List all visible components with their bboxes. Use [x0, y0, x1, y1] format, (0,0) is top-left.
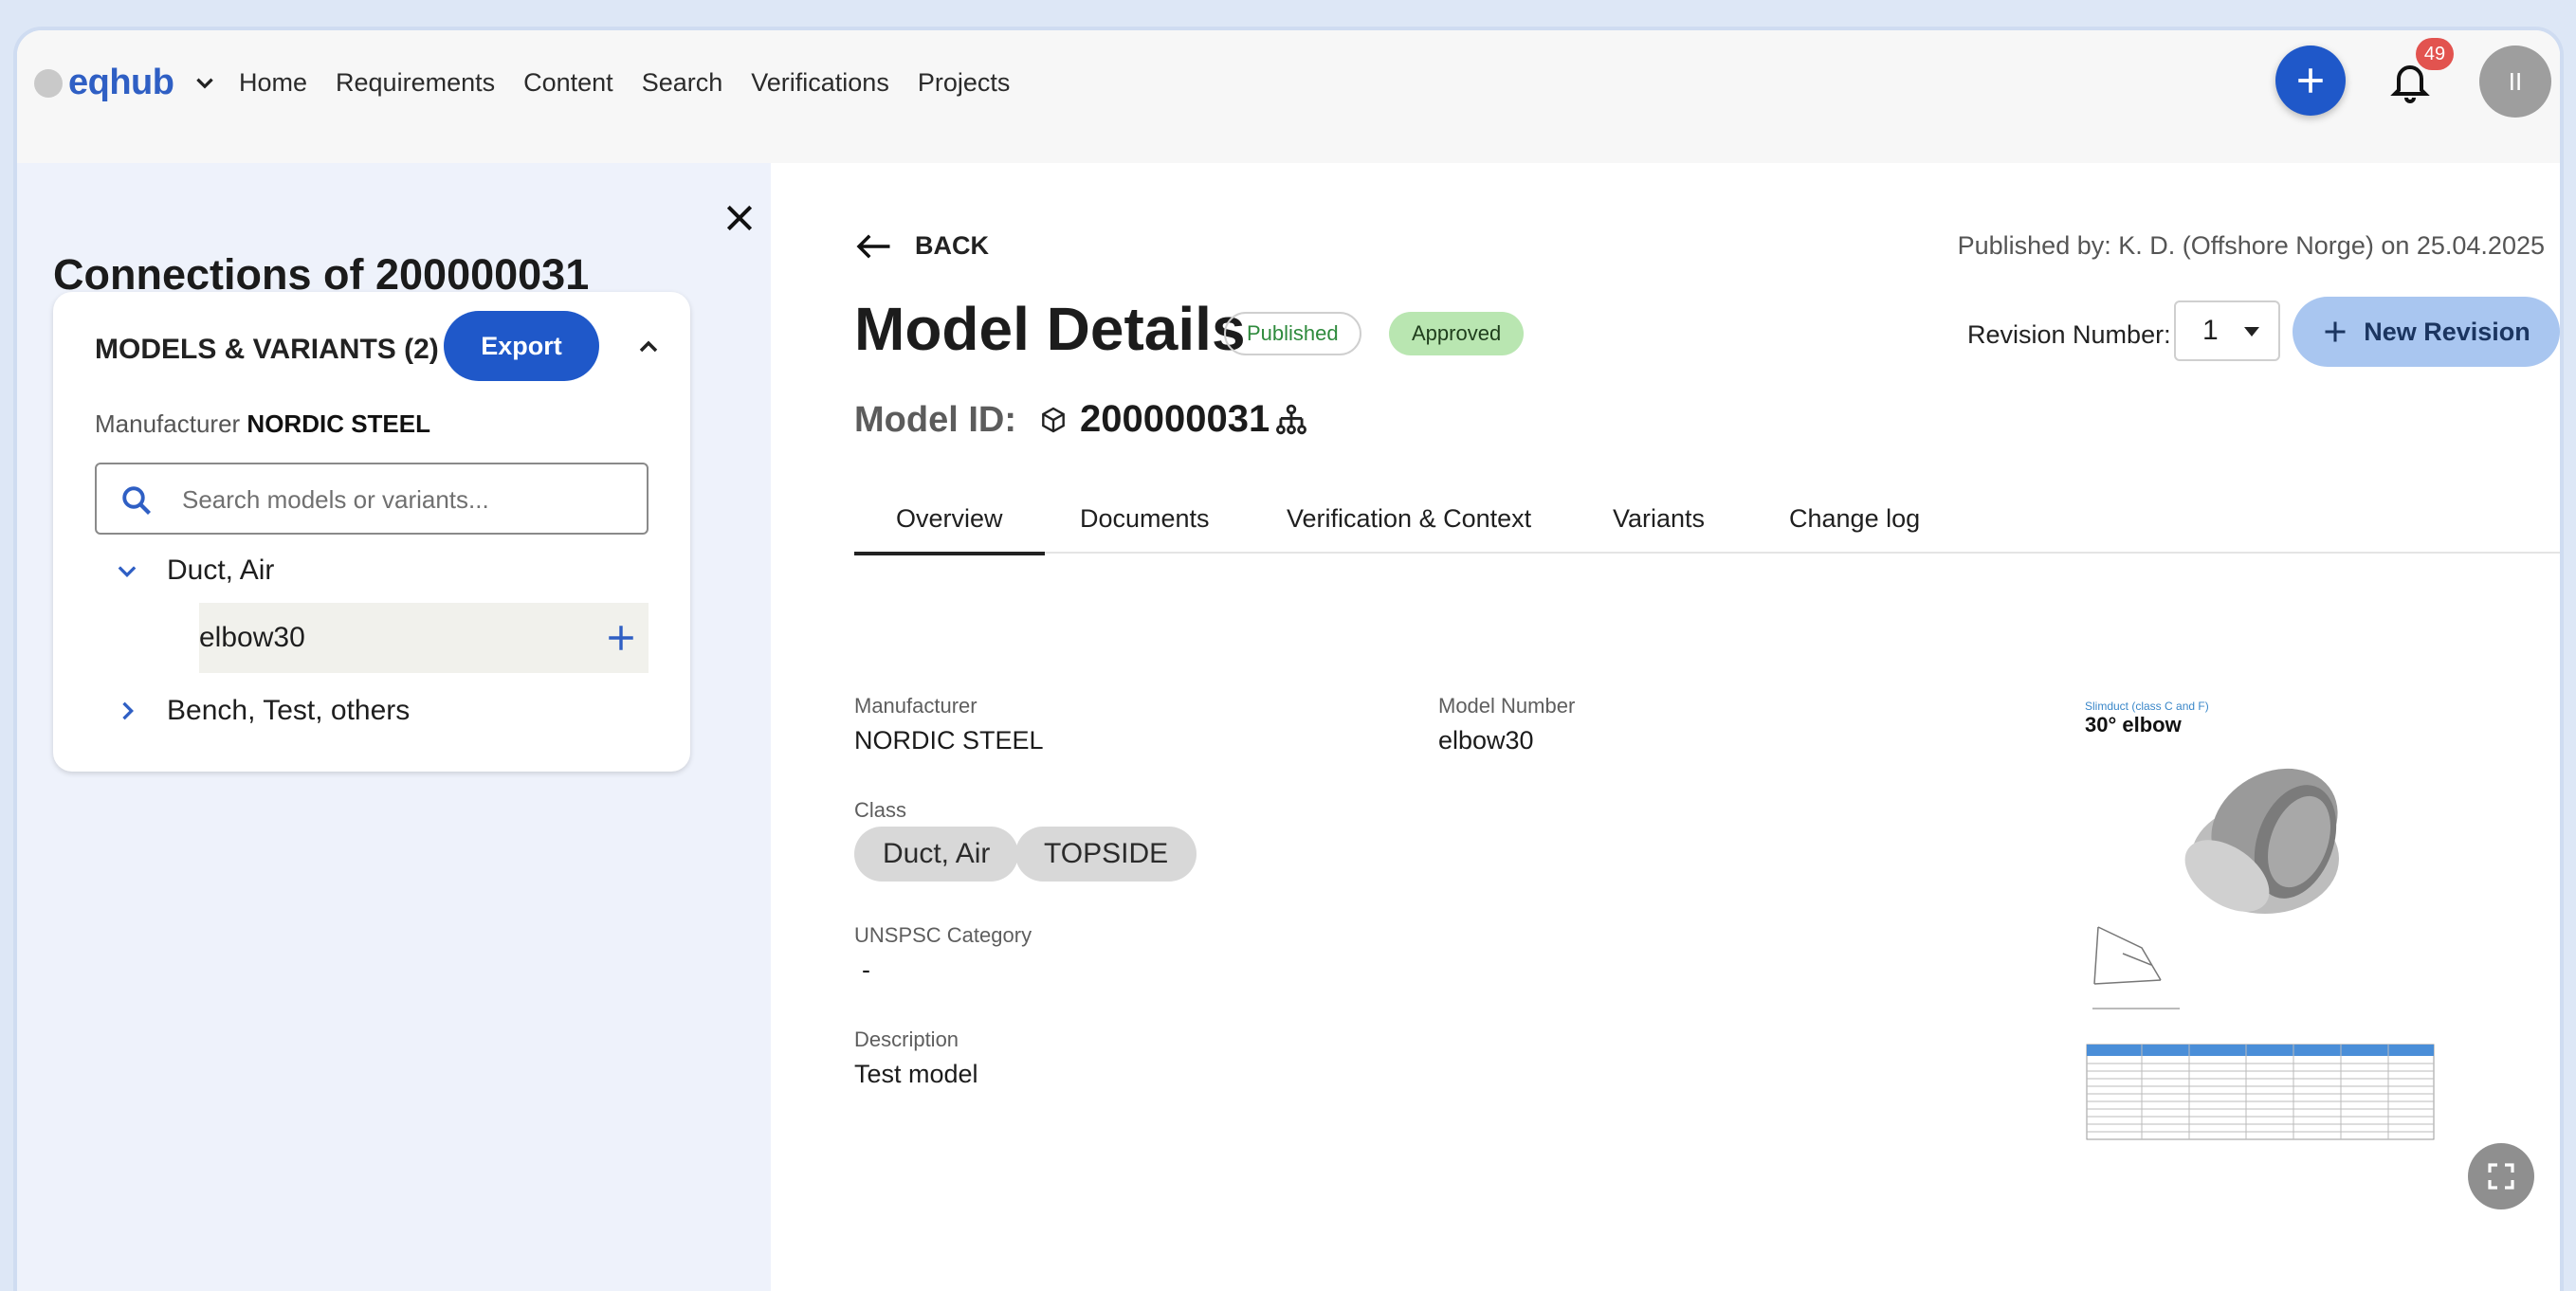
manufacturer-name: NORDIC STEEL	[247, 409, 430, 438]
class-label: Class	[854, 798, 907, 822]
unspsc-value: -	[862, 955, 870, 984]
tree-item-duct-air[interactable]: Duct, Air	[95, 542, 274, 599]
export-button[interactable]: Export	[444, 311, 599, 381]
class-chip: Duct, Air	[854, 827, 1019, 882]
connections-panel: Connections of 200000031 MODELS & VARIAN…	[17, 163, 771, 1291]
plus-icon[interactable]	[605, 622, 637, 654]
search-icon	[122, 486, 151, 515]
chevron-right-icon[interactable]	[114, 698, 140, 724]
nav-content[interactable]: Content	[523, 68, 613, 98]
models-variants-card: MODELS & VARIANTS (2) Export Manufacture…	[53, 292, 690, 772]
search-input[interactable]: Search models or variants...	[95, 463, 649, 535]
plus-icon	[2325, 321, 2346, 342]
new-revision-label: New Revision	[2364, 317, 2530, 346]
nav-verifications[interactable]: Verifications	[751, 68, 889, 98]
close-icon[interactable]	[721, 199, 758, 237]
plus-icon	[2298, 68, 2323, 93]
description-label: Description	[854, 1027, 959, 1051]
model-number-value: elbow30	[1438, 726, 1534, 755]
nav-projects[interactable]: Projects	[918, 68, 1011, 98]
user-avatar[interactable]: II	[2479, 45, 2551, 118]
status-badge-approved: Approved	[1389, 312, 1525, 355]
tree-item-label: elbow30	[199, 622, 305, 653]
model-details-panel: BACK Published by: K. D. (Offshore Norge…	[771, 163, 2560, 1291]
page-title: Model Details	[854, 295, 1246, 363]
create-button[interactable]	[2275, 45, 2346, 116]
tree-item-label: Bench, Test, others	[167, 695, 411, 726]
nav-requirements[interactable]: Requirements	[336, 68, 495, 98]
tree-item-label: Duct, Air	[167, 555, 275, 586]
tab-overview[interactable]: Overview	[854, 504, 1044, 555]
status-badge-published: Published	[1224, 312, 1361, 355]
back-button[interactable]: BACK	[854, 231, 989, 261]
manufacturer-line: Manufacturer NORDIC STEEL	[95, 409, 430, 439]
elbow-drawing-icon	[2086, 768, 2435, 1140]
fullscreen-icon	[2488, 1163, 2514, 1190]
model-id-label: Model ID:	[854, 400, 1016, 440]
manufacturer-value: NORDIC STEEL	[854, 726, 1044, 755]
back-label: BACK	[915, 231, 989, 260]
unspsc-label: UNSPSC Category	[854, 923, 1032, 947]
fullscreen-button[interactable]	[2468, 1143, 2534, 1209]
revision-label: Revision Number:	[1967, 320, 2171, 349]
logo-text: eqhub	[68, 63, 174, 102]
new-revision-button[interactable]: New Revision	[2293, 297, 2560, 367]
manufacturer-prefix: Manufacturer	[95, 409, 241, 438]
nav-search[interactable]: Search	[642, 68, 723, 98]
tree-item-elbow30[interactable]: elbow30	[199, 603, 649, 673]
arrow-left-icon	[856, 234, 890, 258]
app-window: eqhub Home Requirements Content Search V…	[13, 27, 2564, 1291]
models-variants-header: MODELS & VARIANTS (2)	[95, 334, 439, 365]
tab-variants[interactable]: Variants	[1613, 504, 1705, 554]
tab-documents[interactable]: Documents	[1080, 504, 1210, 554]
class-chip: TOPSIDE	[1015, 827, 1197, 882]
chevron-up-icon[interactable]	[633, 332, 664, 362]
logo-dot-icon	[34, 68, 63, 98]
model-id-value: 200000031	[1080, 398, 1270, 440]
app-logo[interactable]: eqhub	[34, 63, 217, 103]
model-preview-image[interactable]: Slimduct (class C and F) 30° elbow	[2085, 700, 2436, 1192]
search-placeholder: Search models or variants...	[182, 485, 489, 514]
main-nav: Home Requirements Content Search Verific…	[239, 68, 1038, 98]
model-number-label: Model Number	[1438, 694, 1576, 718]
tab-verification-context[interactable]: Verification & Context	[1287, 504, 1531, 554]
top-navigation-bar: eqhub Home Requirements Content Search V…	[17, 30, 2560, 163]
caret-down-icon	[2244, 327, 2259, 336]
chevron-down-icon[interactable]	[192, 71, 217, 96]
manufacturer-label: Manufacturer	[854, 694, 977, 718]
detail-tabs: Overview Documents Verification & Contex…	[854, 504, 2560, 555]
notification-count-badge: 49	[2416, 38, 2454, 70]
chevron-down-icon[interactable]	[114, 557, 140, 584]
hierarchy-icon[interactable]	[1273, 402, 1309, 438]
nav-home[interactable]: Home	[239, 68, 307, 98]
description-value: Test model	[854, 1060, 978, 1088]
revision-value: 1	[2202, 315, 2219, 346]
tree-item-bench-test[interactable]: Bench, Test, others	[95, 682, 410, 739]
cube-icon	[1042, 407, 1065, 433]
published-by-text: Published by: K. D. (Offshore Norge) on …	[1957, 231, 2545, 260]
revision-select[interactable]: 1	[2174, 300, 2280, 361]
tab-change-log[interactable]: Change log	[1789, 504, 1920, 554]
